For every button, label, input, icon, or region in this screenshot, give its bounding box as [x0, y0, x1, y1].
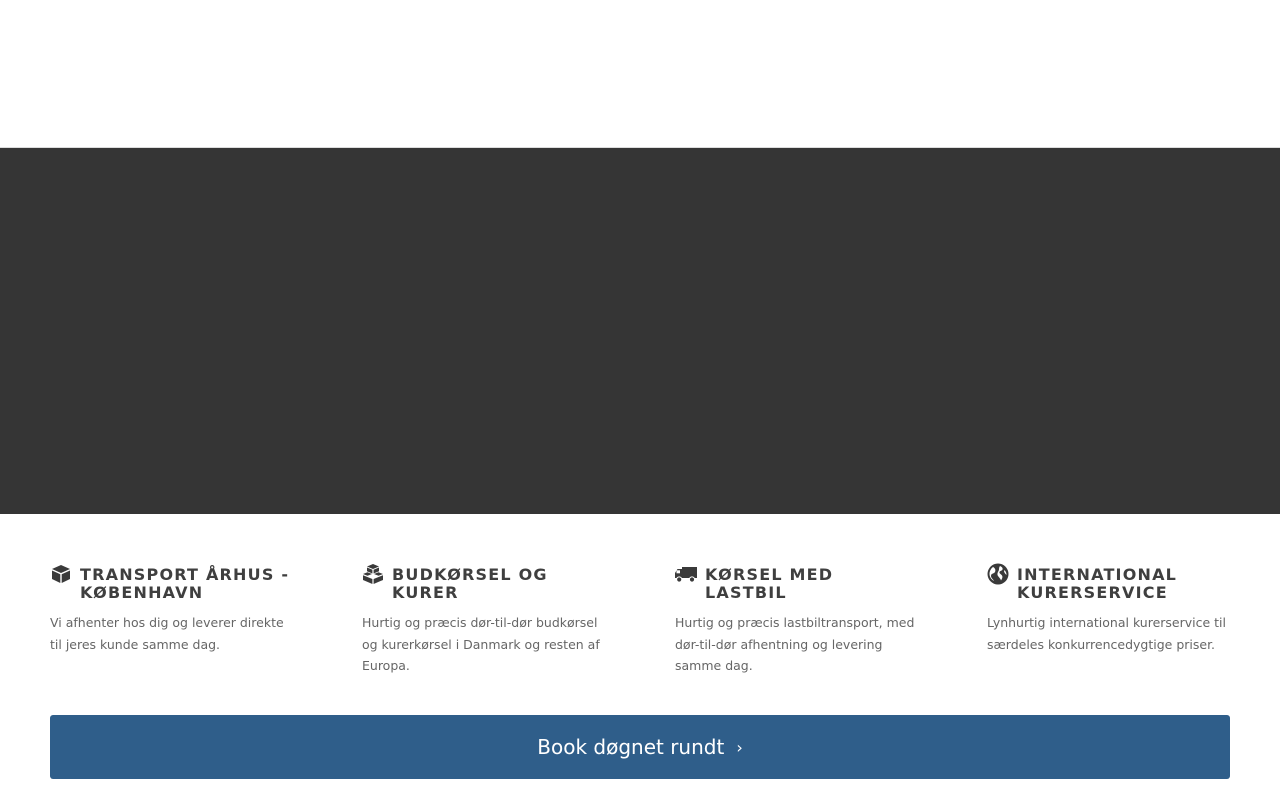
feature-header: TRANSPORT ÅRHUS - KØBENHAVN [50, 563, 293, 602]
feature-header: INTERNATIONAL KURERSERVICE [987, 563, 1230, 602]
feature-header: BUDKØRSEL OG KURER [362, 563, 605, 602]
feature-title: INTERNATIONAL KURERSERVICE [1017, 565, 1178, 602]
feature-transport: TRANSPORT ÅRHUS - KØBENHAVN Vi afhenter … [50, 563, 293, 655]
feature-header: KØRSEL MED LASTBIL [675, 563, 918, 602]
feature-description: Hurtig og præcis dør-til-dør budkørsel o… [362, 615, 600, 673]
hero-banner [0, 148, 1280, 514]
feature-description: Vi afhenter hos dig og leverer direkte t… [50, 615, 284, 652]
features-section: TRANSPORT ÅRHUS - KØBENHAVN Vi afhenter … [50, 563, 1230, 683]
site-header [0, 0, 1280, 148]
cube-icon [50, 563, 72, 585]
feature-title: BUDKØRSEL OG KURER [392, 565, 548, 602]
feature-title: KØRSEL MED LASTBIL [705, 565, 834, 602]
feature-description: Hurtig og præcis lastbiltransport, med d… [675, 615, 915, 673]
book-button-label: Book døgnet rundt [537, 735, 725, 759]
globe-icon [987, 563, 1009, 585]
cubes-icon [362, 563, 384, 585]
truck-icon [675, 563, 697, 585]
feature-title: TRANSPORT ÅRHUS - KØBENHAVN [80, 565, 290, 602]
feature-international: INTERNATIONAL KURERSERVICE Lynhurtig int… [987, 563, 1230, 655]
feature-lastbil: KØRSEL MED LASTBIL Hurtig og præcis last… [675, 563, 918, 677]
feature-budkorsel: BUDKØRSEL OG KURER Hurtig og præcis dør-… [362, 563, 605, 677]
feature-description: Lynhurtig international kurerservice til… [987, 615, 1227, 652]
book-button[interactable]: Book døgnet rundt › [50, 715, 1230, 779]
chevron-right-icon: › [736, 738, 743, 757]
